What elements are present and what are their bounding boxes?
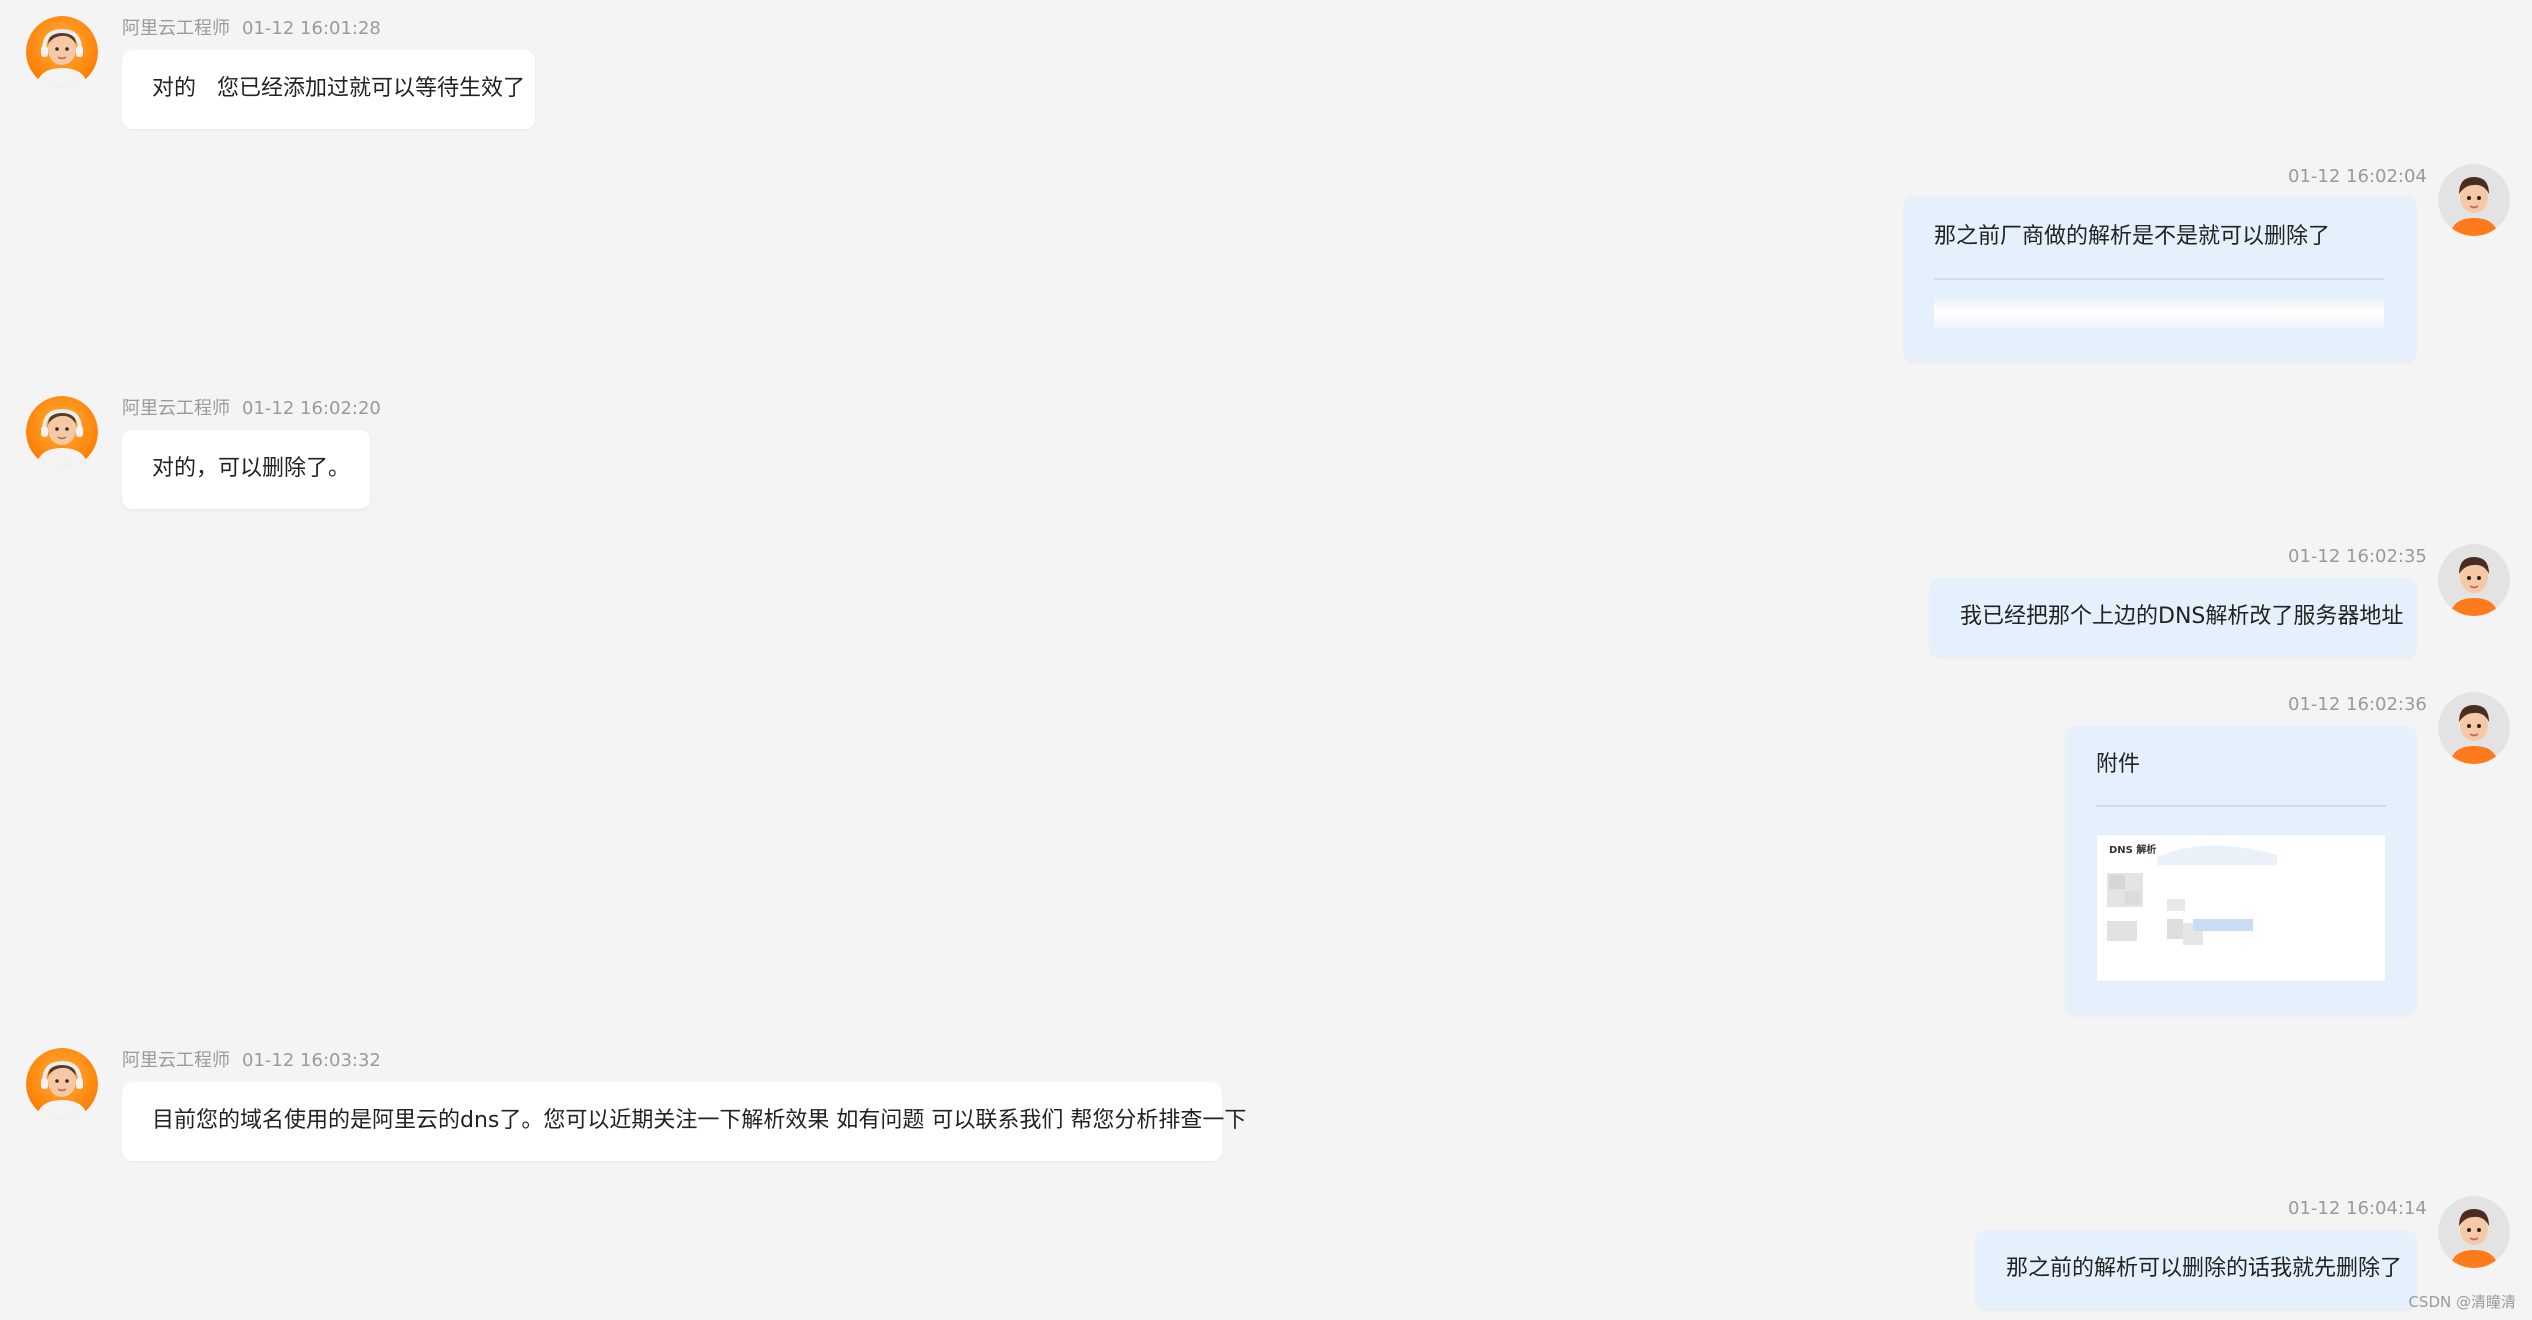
sender-name: 阿里云工程师 (122, 398, 230, 419)
message-meta: 01-12 16:02:35 (2288, 546, 2427, 568)
user-avatar-icon (2438, 164, 2510, 236)
agent-avatar-icon (26, 1048, 98, 1120)
message-time: 01-12 16:02:04 (2288, 166, 2427, 187)
message-meta: 阿里云工程师 01-12 16:01:28 (122, 18, 381, 40)
user-message-bubble: 那之前的解析可以删除的话我就先删除了 (1976, 1230, 2416, 1309)
message-meta: 01-12 16:02:04 (2288, 166, 2427, 188)
message-time: 01-12 16:03:32 (242, 1050, 381, 1071)
message-time: 01-12 16:01:28 (242, 18, 381, 39)
user-avatar-icon (2438, 544, 2510, 616)
user-avatar-icon (2438, 1196, 2510, 1268)
watermark: CSDN @清瞳清 (2408, 1293, 2516, 1311)
agent-message-bubble: 目前您的域名使用的是阿里云的dns了。您可以近期关注一下解析效果 如有问题 可以… (122, 1082, 1246, 1161)
user-message-bubble: 我已经把那个上边的DNS解析改了服务器地址 (1930, 578, 2416, 657)
message-divider (1934, 278, 2384, 280)
attachment-image[interactable]: DNS 解析 (2096, 834, 2386, 982)
message-meta: 阿里云工程师 01-12 16:03:32 (122, 1050, 381, 1072)
sender-name: 阿里云工程师 (122, 18, 230, 39)
message-divider (2096, 805, 2386, 807)
message-time: 01-12 16:02:36 (2288, 694, 2427, 715)
user-message-bubble: 那之前厂商做的解析是不是就可以删除了 (1904, 197, 2416, 361)
blurred-attachment-preview (1934, 298, 2384, 328)
chat-conversation: 阿里云工程师 01-12 16:01:28 对的 您已经添加过就可以等待生效了 0… (0, 0, 2532, 1320)
message-meta: 01-12 16:04:14 (2288, 1198, 2427, 1220)
agent-message-bubble: 对的，可以删除了。 (122, 430, 370, 509)
message-time: 01-12 16:02:20 (242, 398, 381, 419)
user-attachment-bubble: 附件 DNS 解析 (2066, 726, 2416, 1014)
message-text: 那之前的解析可以删除的话我就先删除了 (2006, 1256, 2403, 1281)
attachment-title: DNS 解析 (2109, 845, 2157, 856)
agent-avatar-icon (26, 16, 98, 88)
attachment-label: 附件 (2096, 752, 2141, 777)
message-time: 01-12 16:02:35 (2288, 546, 2427, 567)
message-time: 01-12 16:04:14 (2288, 1198, 2427, 1219)
agent-avatar-icon (26, 396, 98, 468)
message-text: 目前您的域名使用的是阿里云的dns了。您可以近期关注一下解析效果 如有问题 可以… (152, 1108, 1247, 1133)
user-avatar-icon (2438, 692, 2510, 764)
message-text: 对的，可以删除了。 (152, 456, 351, 481)
message-text: 那之前厂商做的解析是不是就可以删除了 (1934, 224, 2331, 249)
message-meta: 阿里云工程师 01-12 16:02:20 (122, 398, 381, 420)
sender-name: 阿里云工程师 (122, 1050, 230, 1071)
message-text: 对的 您已经添加过就可以等待生效了 (152, 76, 525, 101)
agent-message-bubble: 对的 您已经添加过就可以等待生效了 (122, 50, 535, 129)
message-meta: 01-12 16:02:36 (2288, 694, 2427, 716)
message-text: 我已经把那个上边的DNS解析改了服务器地址 (1960, 604, 2404, 629)
